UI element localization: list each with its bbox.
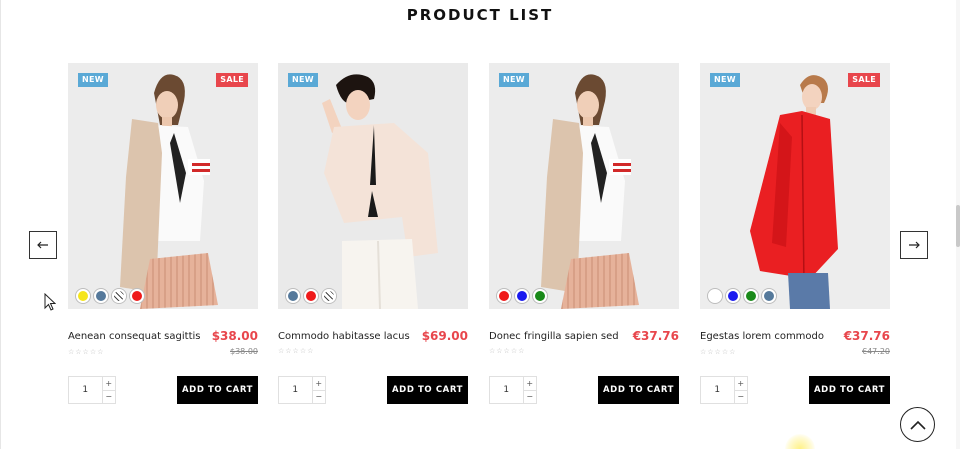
- product-photo: [489, 63, 679, 309]
- color-swatches: [497, 289, 547, 303]
- scrollbar-thumb[interactable]: [956, 205, 960, 247]
- add-to-cart-button[interactable]: ADD TO CART: [598, 376, 679, 404]
- add-to-cart-button[interactable]: ADD TO CART: [387, 376, 468, 404]
- swatch-blue[interactable]: [515, 289, 529, 303]
- quantity-increase-button[interactable]: +: [313, 377, 325, 390]
- swatch-red[interactable]: [130, 289, 144, 303]
- quantity-decrease-button[interactable]: −: [102, 389, 115, 404]
- new-badge: NEW: [288, 73, 318, 87]
- product-name[interactable]: Commodo habitasse lacus: [278, 331, 410, 342]
- product-price: €37.76: [843, 329, 890, 343]
- product-image[interactable]: NEW: [278, 63, 468, 309]
- quantity-decrease-button[interactable]: −: [523, 389, 536, 404]
- quantity-input[interactable]: 1: [69, 377, 102, 403]
- product-card[interactable]: NEW Commodo habitasse lacus $69.00 ☆☆☆☆☆…: [278, 63, 468, 408]
- swatch-steel-blue[interactable]: [286, 289, 300, 303]
- carousel-next-button[interactable]: [900, 231, 928, 259]
- rating-stars: ☆☆☆☆☆: [68, 347, 105, 356]
- quantity-increase-button[interactable]: +: [103, 377, 115, 390]
- quantity-increase-button[interactable]: +: [735, 377, 747, 390]
- product-photo: [68, 63, 258, 309]
- new-badge: NEW: [710, 73, 740, 87]
- swatch-striped[interactable]: [322, 289, 336, 303]
- swatch-red[interactable]: [304, 289, 318, 303]
- swatch-striped[interactable]: [112, 289, 126, 303]
- old-price: €47.20: [862, 347, 890, 356]
- product-image[interactable]: NEW SALE: [68, 63, 258, 309]
- product-card[interactable]: NEW SALE Aenean consequat sagittis $38.0…: [68, 63, 258, 408]
- color-swatches: [76, 289, 144, 303]
- swatch-green[interactable]: [744, 289, 758, 303]
- product-image[interactable]: NEW SALE: [700, 63, 890, 309]
- add-to-cart-button[interactable]: ADD TO CART: [177, 376, 258, 404]
- product-price: €37.76: [632, 329, 679, 343]
- product-name[interactable]: Donec fringilla sapien sed: [489, 331, 619, 342]
- quantity-increase-button[interactable]: +: [524, 377, 536, 390]
- quantity-input[interactable]: 1: [701, 377, 734, 403]
- chevron-up-icon: [909, 420, 926, 430]
- swatch-blue[interactable]: [726, 289, 740, 303]
- arrow-right-icon: [909, 241, 920, 249]
- product-photo: [700, 63, 890, 309]
- new-badge: NEW: [78, 73, 108, 87]
- sale-badge: SALE: [216, 73, 248, 87]
- back-to-top-button[interactable]: [900, 407, 935, 442]
- swatch-steel-blue[interactable]: [94, 289, 108, 303]
- sale-badge: SALE: [848, 73, 880, 87]
- section-title: PRODUCT LIST: [406, 6, 554, 24]
- rating-stars: ☆☆☆☆☆: [278, 347, 315, 355]
- rating-stars: ☆☆☆☆☆: [489, 347, 526, 355]
- product-price: $38.00: [211, 329, 258, 343]
- swatch-red[interactable]: [497, 289, 511, 303]
- swatch-white[interactable]: [708, 289, 722, 303]
- product-price: $69.00: [421, 329, 468, 343]
- carousel-prev-button[interactable]: [29, 231, 57, 259]
- product-photo: [278, 63, 468, 309]
- arrow-left-icon: [37, 241, 48, 249]
- scrollbar[interactable]: [956, 0, 960, 449]
- product-card[interactable]: NEW Donec fringilla sapien sed €37.76 ☆☆…: [489, 63, 679, 408]
- add-to-cart-button[interactable]: ADD TO CART: [809, 376, 890, 404]
- color-swatches: [286, 289, 336, 303]
- quantity-stepper[interactable]: 1 + −: [700, 376, 748, 404]
- quantity-input[interactable]: 1: [279, 377, 312, 403]
- quantity-stepper[interactable]: 1 + −: [489, 376, 537, 404]
- old-price: $38.00: [230, 347, 258, 356]
- mouse-cursor-icon: [44, 293, 56, 311]
- quantity-decrease-button[interactable]: −: [312, 389, 325, 404]
- quantity-stepper[interactable]: 1 + −: [68, 376, 116, 404]
- new-badge: NEW: [499, 73, 529, 87]
- quantity-decrease-button[interactable]: −: [734, 389, 747, 404]
- product-image[interactable]: NEW: [489, 63, 679, 309]
- color-swatches: [708, 289, 776, 303]
- product-name[interactable]: Egestas lorem commodo: [700, 331, 824, 342]
- product-card[interactable]: NEW SALE Egestas lorem commodo €37.76 ☆☆…: [700, 63, 890, 408]
- swatch-green[interactable]: [533, 289, 547, 303]
- swatch-steel-blue[interactable]: [762, 289, 776, 303]
- quantity-input[interactable]: 1: [490, 377, 523, 403]
- product-name[interactable]: Aenean consequat sagittis: [68, 331, 200, 342]
- swatch-yellow[interactable]: [76, 289, 90, 303]
- quantity-stepper[interactable]: 1 + −: [278, 376, 326, 404]
- rating-stars: ☆☆☆☆☆: [700, 347, 737, 356]
